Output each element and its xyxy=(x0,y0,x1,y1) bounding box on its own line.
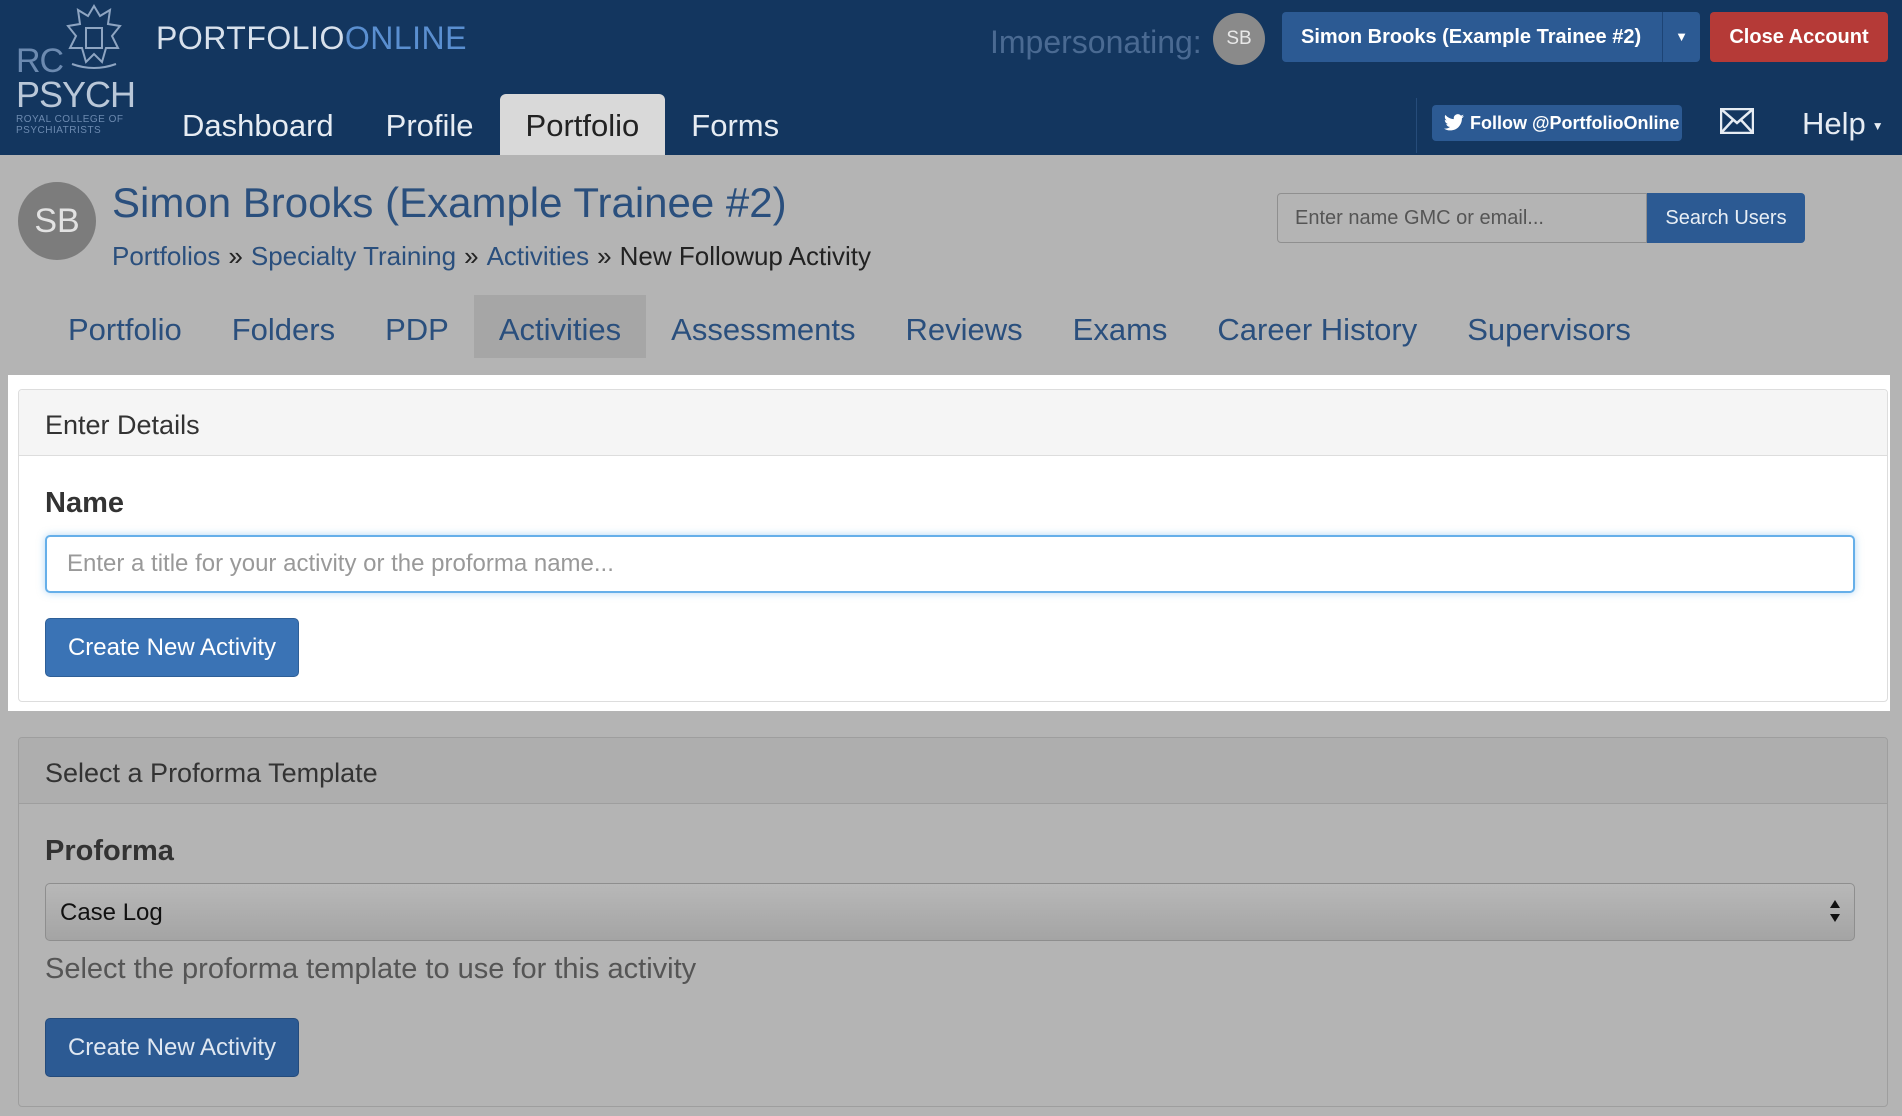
follow-label: Follow @PortfolioOnline xyxy=(1470,113,1680,133)
tab-career-history[interactable]: Career History xyxy=(1192,295,1442,358)
breadcrumb-current: New Followup Activity xyxy=(619,241,872,271)
breadcrumb-separator: » xyxy=(597,241,612,271)
breadcrumb-portfolios[interactable]: Portfolios xyxy=(112,241,220,271)
main-nav-forms[interactable]: Forms xyxy=(665,94,805,155)
proforma-heading: Select a Proforma Template xyxy=(19,738,1887,804)
breadcrumb-activities[interactable]: Activities xyxy=(487,241,590,271)
logo-subtitle-line1: ROYAL COLLEGE OF xyxy=(16,114,124,125)
logo-psych: PSYCH xyxy=(16,74,136,115)
tab-pdp[interactable]: PDP xyxy=(360,295,474,358)
close-account-button[interactable]: Close Account xyxy=(1710,12,1888,62)
create-activity-from-proforma-button[interactable]: Create New Activity xyxy=(45,1018,299,1077)
proforma-select[interactable]: Case Log xyxy=(45,883,1855,941)
brand-portfolio: PORTFOLIO xyxy=(156,20,345,56)
avatar: SB xyxy=(18,182,96,260)
help-menu[interactable]: Help ▼ xyxy=(1802,106,1884,142)
logo-subtitle: ROYAL COLLEGE OF PSYCHIATRISTS xyxy=(16,114,123,136)
select-arrows-icon xyxy=(1830,900,1840,922)
main-nav-profile[interactable]: Profile xyxy=(360,94,500,155)
create-activity-button[interactable]: Create New Activity xyxy=(45,618,299,677)
logo-subtitle-line2: PSYCHIATRISTS xyxy=(16,125,102,136)
main-nav-portfolio[interactable]: Portfolio xyxy=(499,94,666,155)
activity-name-input[interactable] xyxy=(45,535,1855,593)
page-title: Simon Brooks (Example Trainee #2) xyxy=(112,179,787,226)
tab-folders[interactable]: Folders xyxy=(207,295,360,358)
rcpsych-logo[interactable]: RC PSYCH ROYAL COLLEGE OF PSYCHIATRISTS xyxy=(14,2,136,140)
main-nav: Dashboard Profile Portfolio Forms xyxy=(156,94,805,155)
portfolio-subnav: Portfolio Folders PDP Activities Assessm… xyxy=(43,295,1656,358)
crest-icon xyxy=(66,4,122,69)
proforma-help-text: Select the proforma template to use for … xyxy=(45,953,697,985)
proforma-selected-value: Case Log xyxy=(60,899,163,926)
breadcrumb: Portfolios» Specialty Training» Activities… xyxy=(112,241,871,272)
top-navbar: RC PSYCH ROYAL COLLEGE OF PSYCHIATRISTS … xyxy=(0,0,1902,155)
caret-down-icon: ▼ xyxy=(1871,118,1884,133)
tab-portfolio[interactable]: Portfolio xyxy=(43,295,207,358)
caret-down-icon: ▼ xyxy=(1675,29,1688,44)
page-header: SB Simon Brooks (Example Trainee #2) Por… xyxy=(0,155,1902,358)
breadcrumb-separator: » xyxy=(228,241,243,271)
tab-activities[interactable]: Activities xyxy=(473,295,647,358)
tab-reviews[interactable]: Reviews xyxy=(881,295,1048,358)
brand-name[interactable]: PORTFOLIOONLINE xyxy=(156,20,467,57)
breadcrumb-specialty-training[interactable]: Specialty Training xyxy=(251,241,456,271)
help-label: Help xyxy=(1802,106,1866,141)
avatar: SB xyxy=(1213,13,1265,65)
name-label: Name xyxy=(45,487,124,519)
tab-supervisors[interactable]: Supervisors xyxy=(1442,295,1656,358)
brand-online: ONLINE xyxy=(344,20,467,56)
breadcrumb-separator: » xyxy=(464,241,479,271)
twitter-icon xyxy=(1444,114,1464,131)
search-users-button[interactable]: Search Users xyxy=(1647,193,1805,243)
proforma-panel: Select a Proforma Template Proforma Case… xyxy=(18,737,1888,1107)
nav-divider xyxy=(1416,98,1417,153)
impersonating-label: Impersonating: xyxy=(990,24,1202,60)
impersonated-user-button[interactable]: Simon Brooks (Example Trainee #2) xyxy=(1282,12,1662,62)
main-nav-dashboard[interactable]: Dashboard xyxy=(156,94,360,155)
tab-assessments[interactable]: Assessments xyxy=(646,295,880,358)
mail-icon[interactable] xyxy=(1720,108,1754,134)
search-users-input[interactable] xyxy=(1277,193,1647,243)
tab-exams[interactable]: Exams xyxy=(1048,295,1193,358)
enter-details-heading: Enter Details xyxy=(19,390,1887,456)
proforma-label: Proforma xyxy=(45,835,174,867)
follow-twitter-button[interactable]: Follow @PortfolioOnline xyxy=(1432,105,1682,141)
enter-details-panel: Enter Details Name Create New Activity xyxy=(18,389,1888,702)
user-dropdown-toggle[interactable]: ▼ xyxy=(1662,12,1700,62)
